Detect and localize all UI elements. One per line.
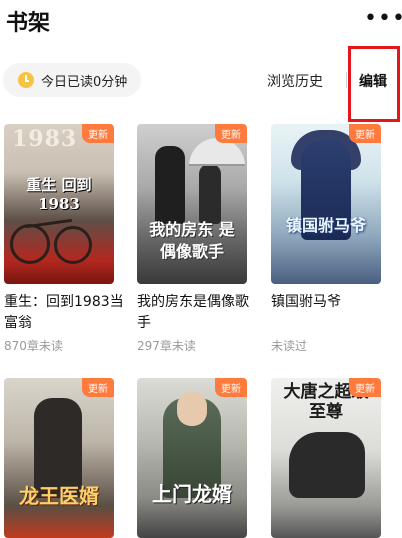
update-badge: 更新 xyxy=(215,378,247,397)
book-cover[interactable]: 1983 重生 回到1983 更新 xyxy=(4,124,114,284)
book-cover[interactable]: 上门龙婿 更新 xyxy=(137,378,247,538)
update-badge: 更新 xyxy=(349,378,381,397)
toolbar-divider xyxy=(346,72,347,88)
cover-title: 龙王医婿 xyxy=(19,484,99,508)
book-title: 重生：回到1983当富翁 xyxy=(4,294,124,331)
browse-history-button[interactable]: 浏览历史 xyxy=(267,71,323,91)
book-cover[interactable]: 镇国驸马爷 更新 xyxy=(271,124,381,284)
reading-time-text: 今日已读0分钟 xyxy=(41,74,128,90)
update-badge: 更新 xyxy=(215,124,247,143)
cover-art xyxy=(10,224,50,264)
cover-art xyxy=(54,226,92,264)
update-badge: 更新 xyxy=(82,124,114,143)
cover-art xyxy=(155,146,185,224)
cover-title: 重生 回到1983 xyxy=(26,176,92,213)
book-cover[interactable]: 龙王医婿 更新 xyxy=(4,378,114,538)
cover-art xyxy=(177,392,207,426)
cover-title: 我的房东 是偶像歌手 xyxy=(149,220,235,261)
book-cover[interactable]: 大唐之超级至尊 更新 xyxy=(271,378,381,538)
unread-status: 未读过 xyxy=(271,339,308,353)
cover-top-text: 1983 xyxy=(12,126,78,152)
unread-status: 870章未读 xyxy=(4,339,63,353)
cover-art xyxy=(289,432,365,498)
update-badge: 更新 xyxy=(349,124,381,143)
clock-icon xyxy=(18,72,34,88)
page-title: 书架 xyxy=(6,11,51,36)
book-title: 我的房东是偶像歌手 xyxy=(137,294,249,331)
reading-time-pill[interactable]: 今日已读0分钟 xyxy=(3,63,141,97)
unread-status: 297章未读 xyxy=(137,339,196,353)
cover-title: 上门龙婿 xyxy=(152,482,232,506)
book-cover[interactable]: 我的房东 是偶像歌手 更新 xyxy=(137,124,247,284)
more-options-icon[interactable]: ••• xyxy=(364,8,402,30)
cover-title: 镇国驸马爷 xyxy=(285,216,366,235)
cover-art xyxy=(199,164,221,224)
book-title: 镇国驸马爷 xyxy=(271,294,341,310)
update-badge: 更新 xyxy=(82,378,114,397)
edit-button[interactable]: 编辑 xyxy=(359,71,387,91)
